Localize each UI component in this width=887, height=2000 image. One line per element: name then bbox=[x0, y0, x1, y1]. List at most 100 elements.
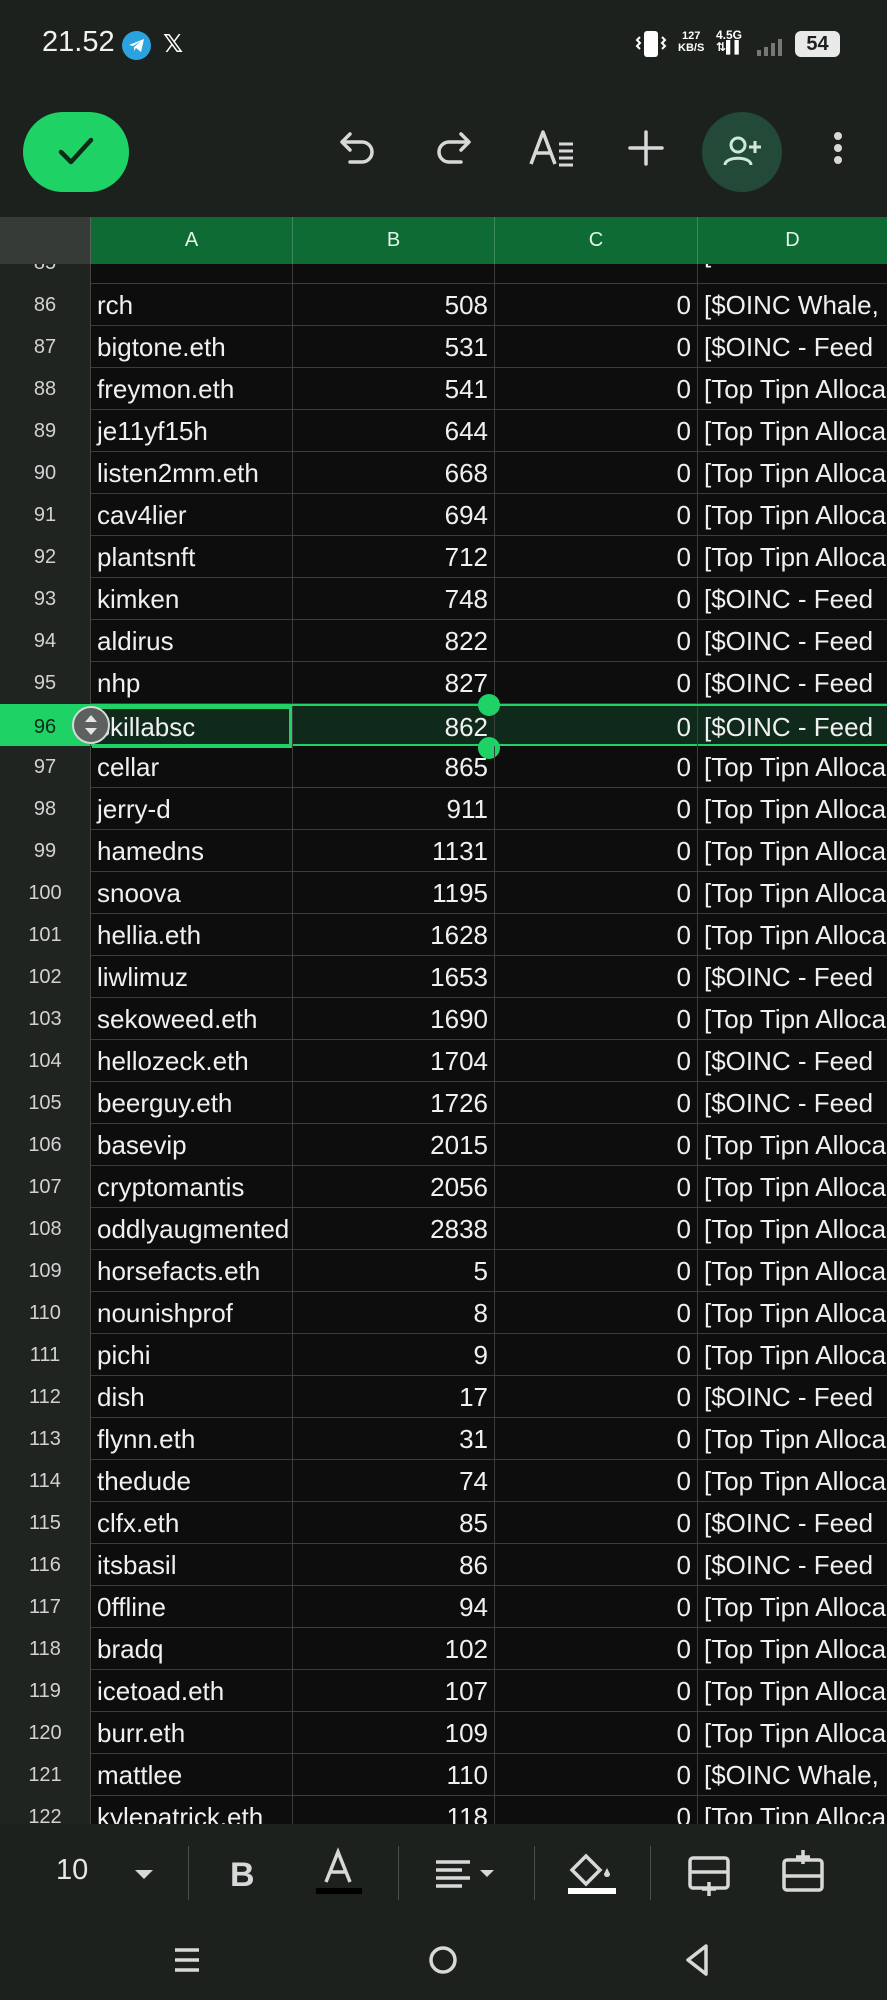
cell-c[interactable]: 0 bbox=[495, 706, 698, 748]
row-number[interactable]: 91 bbox=[0, 494, 91, 536]
row-number[interactable]: 106 bbox=[0, 1124, 91, 1166]
cell-c[interactable]: 0 bbox=[495, 1586, 698, 1628]
insert-plus-icon[interactable] bbox=[618, 120, 674, 176]
cell-b[interactable]: 508 bbox=[293, 284, 495, 326]
row-number[interactable]: 113 bbox=[0, 1418, 91, 1460]
text-format-icon[interactable] bbox=[525, 120, 581, 176]
cell-a[interactable]: dish bbox=[91, 1376, 293, 1418]
column-header-a[interactable]: A bbox=[91, 217, 293, 264]
spreadsheet-grid[interactable]: 85 ak01988 475 0 [$OINC - Feed 86rch5080… bbox=[0, 264, 887, 1824]
cell-c[interactable]: 0 bbox=[495, 1712, 698, 1754]
cell-d[interactable]: [$OINC - Feed bbox=[698, 1376, 887, 1418]
cell-b[interactable]: 94 bbox=[293, 1586, 495, 1628]
cell-c[interactable]: 0 bbox=[495, 536, 698, 578]
row-number[interactable]: 108 bbox=[0, 1208, 91, 1250]
cell-d[interactable]: [Top Tipn Alloca bbox=[698, 410, 887, 452]
cell-a[interactable]: oddlyaugmented bbox=[91, 1208, 293, 1250]
cell-c[interactable]: 0 bbox=[495, 1754, 698, 1796]
row-number[interactable]: 94 bbox=[0, 620, 91, 662]
fill-color-icon[interactable] bbox=[562, 1846, 622, 1902]
cell-a[interactable]: 0ffline bbox=[91, 1586, 293, 1628]
cell-b[interactable]: 74 bbox=[293, 1460, 495, 1502]
cell-b[interactable]: 1131 bbox=[293, 830, 495, 872]
cell-b[interactable]: 17 bbox=[293, 1376, 495, 1418]
cell-b[interactable]: 31 bbox=[293, 1418, 495, 1460]
chevron-down-icon[interactable] bbox=[116, 1846, 172, 1902]
cell-a[interactable]: liwlimuz bbox=[91, 956, 293, 998]
cell-d[interactable]: [$OINC - Feed bbox=[698, 1544, 887, 1586]
cell-b[interactable]: 827 bbox=[293, 662, 495, 704]
home-icon[interactable] bbox=[421, 1938, 465, 1982]
cell-d[interactable]: [$OINC - Feed bbox=[698, 1082, 887, 1124]
cell-b[interactable]: 822 bbox=[293, 620, 495, 662]
cell-b[interactable]: 2838 bbox=[293, 1208, 495, 1250]
cell-b[interactable]: 85 bbox=[293, 1502, 495, 1544]
cell-b[interactable]: 9 bbox=[293, 1334, 495, 1376]
cell-c[interactable]: 0 bbox=[495, 452, 698, 494]
row-number[interactable]: 119 bbox=[0, 1670, 91, 1712]
redo-icon[interactable] bbox=[425, 120, 481, 176]
cell-a[interactable]: bigtone.eth bbox=[91, 326, 293, 368]
cell-a[interactable]: nhp bbox=[91, 662, 293, 704]
row-number[interactable]: 109 bbox=[0, 1250, 91, 1292]
row-number[interactable]: 98 bbox=[0, 788, 91, 830]
insert-row-below-icon[interactable] bbox=[776, 1846, 832, 1902]
cell-a[interactable]: aldirus bbox=[91, 620, 293, 662]
cell-d[interactable]: [Top Tipn Alloca bbox=[698, 1712, 887, 1754]
cell-c[interactable]: 0 bbox=[495, 1796, 698, 1824]
cell-a[interactable]: hamedns bbox=[91, 830, 293, 872]
cell-d[interactable]: [Top Tipn Alloca bbox=[698, 452, 887, 494]
cell-c[interactable]: 0 bbox=[495, 1670, 698, 1712]
font-size-value[interactable]: 10 bbox=[56, 1854, 88, 1887]
cell-c[interactable]: 0 bbox=[495, 1418, 698, 1460]
cell-a[interactable]: freymon.eth bbox=[91, 368, 293, 410]
cell-a[interactable]: listen2mm.eth bbox=[91, 452, 293, 494]
cell-d[interactable]: [Top Tipn Alloca bbox=[698, 1292, 887, 1334]
cell-c[interactable]: 0 bbox=[495, 998, 698, 1040]
column-header-b[interactable]: B bbox=[293, 217, 495, 264]
cell-d[interactable]: [$OINC - Feed bbox=[698, 264, 887, 284]
cell-a[interactable]: snoova bbox=[91, 872, 293, 914]
cell-d[interactable]: [Top Tipn Alloca bbox=[698, 1250, 887, 1292]
cell-d[interactable]: [$OINC - Feed bbox=[698, 662, 887, 704]
cell-d[interactable]: [$OINC - Feed bbox=[698, 956, 887, 998]
row-number[interactable]: 114 bbox=[0, 1460, 91, 1502]
cell-d[interactable]: [Top Tipn Alloca bbox=[698, 1796, 887, 1824]
cell-d[interactable]: [Top Tipn Alloca bbox=[698, 1670, 887, 1712]
cell-c[interactable]: 0 bbox=[495, 1334, 698, 1376]
cell-a[interactable]: mattlee bbox=[91, 1754, 293, 1796]
cell-b[interactable]: 86 bbox=[293, 1544, 495, 1586]
insert-row-above-icon[interactable] bbox=[682, 1846, 738, 1902]
cell-b[interactable]: 1195 bbox=[293, 872, 495, 914]
cell-b[interactable]: 694 bbox=[293, 494, 495, 536]
cell-b[interactable]: 644 bbox=[293, 410, 495, 452]
row-number[interactable]: 101 bbox=[0, 914, 91, 956]
back-icon[interactable] bbox=[676, 1938, 720, 1982]
selection-handle-top[interactable] bbox=[478, 694, 500, 716]
cell-b[interactable]: 102 bbox=[293, 1628, 495, 1670]
row-number[interactable]: 110 bbox=[0, 1292, 91, 1334]
cell-b[interactable]: 1628 bbox=[293, 914, 495, 956]
row-number[interactable]: 117 bbox=[0, 1586, 91, 1628]
cell-c[interactable]: 0 bbox=[495, 914, 698, 956]
cell-c[interactable]: 0 bbox=[495, 788, 698, 830]
row-number[interactable]: 85 bbox=[0, 264, 91, 284]
cell-c[interactable]: 0 bbox=[495, 1376, 698, 1418]
cell-d[interactable]: [Top Tipn Alloca bbox=[698, 746, 887, 788]
cell-d[interactable]: [Top Tipn Alloca bbox=[698, 494, 887, 536]
row-number[interactable]: 103 bbox=[0, 998, 91, 1040]
cell-a[interactable]: skillabsc bbox=[91, 706, 293, 748]
row-number[interactable]: 95 bbox=[0, 662, 91, 704]
row-number[interactable]: 86 bbox=[0, 284, 91, 326]
row-number[interactable]: 118 bbox=[0, 1628, 91, 1670]
row-number[interactable]: 121 bbox=[0, 1754, 91, 1796]
row-number[interactable]: 100 bbox=[0, 872, 91, 914]
text-color-icon[interactable] bbox=[312, 1846, 368, 1902]
cell-b[interactable]: 911 bbox=[293, 788, 495, 830]
cell-a[interactable]: kimken bbox=[91, 578, 293, 620]
cell-a[interactable]: beerguy.eth bbox=[91, 1082, 293, 1124]
cell-a[interactable]: burr.eth bbox=[91, 1712, 293, 1754]
cell-d[interactable]: [Top Tipn Alloca bbox=[698, 1334, 887, 1376]
cell-d[interactable]: [$OINC - Feed bbox=[698, 1040, 887, 1082]
cell-c[interactable]: 0 bbox=[495, 1040, 698, 1082]
